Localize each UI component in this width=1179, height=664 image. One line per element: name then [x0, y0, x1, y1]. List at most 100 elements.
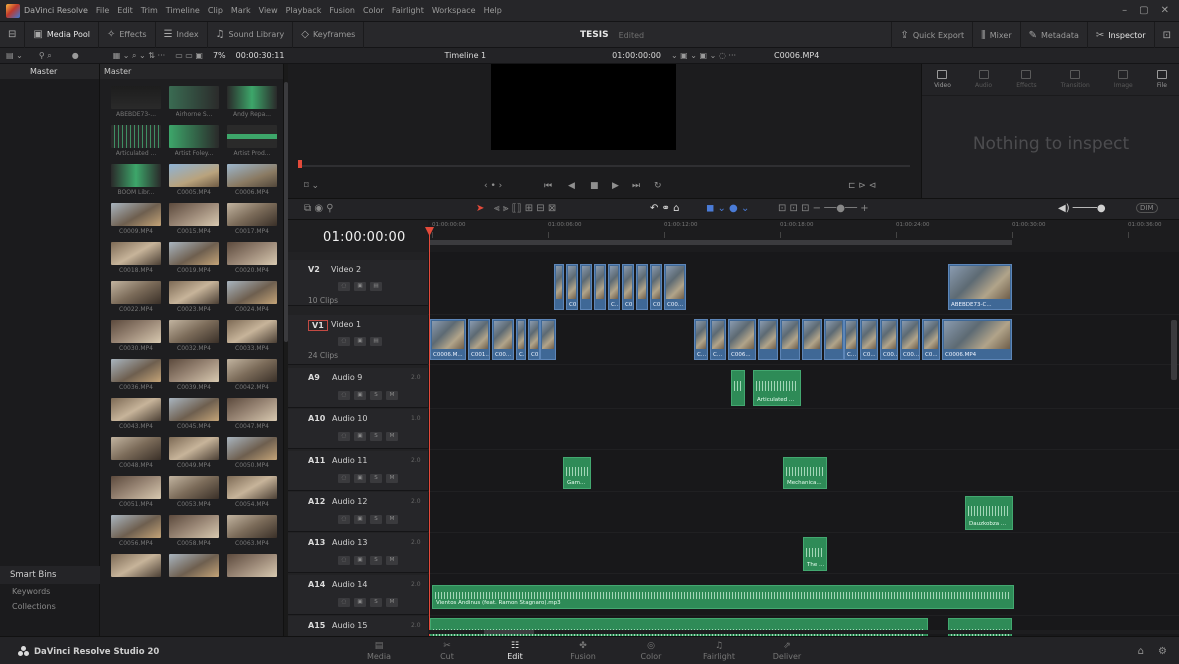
go-to-end-icon[interactable]: ⏭: [632, 181, 640, 191]
auto-select-icon[interactable]: ▣: [354, 432, 366, 442]
menu-workspace[interactable]: Workspace: [432, 6, 476, 15]
viewer-canvas[interactable]: [491, 64, 676, 150]
audio-clip[interactable]: Dauzkobza ...: [965, 495, 1013, 530]
menu-clip[interactable]: Clip: [208, 6, 223, 15]
video-clip[interactable]: C0...: [622, 264, 634, 310]
page-fairlight[interactable]: ♫ Fairlight: [685, 637, 753, 664]
viewer-options-icon[interactable]: ⌄ ▣ ⌄ ▣ ⌄ ◌ ···: [671, 51, 736, 60]
media-clip[interactable]: BOOM Libr...: [108, 164, 164, 197]
page-edit[interactable]: ☷ Edit: [481, 637, 549, 664]
video-clip[interactable]: [802, 319, 822, 360]
media-clip[interactable]: C0036.MP4: [108, 359, 164, 392]
smart-bin-collections[interactable]: Collections: [0, 599, 100, 614]
sound-library-button[interactable]: ♫ Sound Library: [208, 21, 294, 48]
menu-help[interactable]: Help: [484, 6, 502, 15]
media-clip[interactable]: C0049.MP4: [166, 437, 222, 470]
video-clip[interactable]: [594, 264, 606, 310]
audio-clip[interactable]: The ...: [803, 537, 827, 572]
video-clip[interactable]: C001...: [468, 319, 490, 360]
index-button[interactable]: ☰ Index: [156, 21, 208, 48]
media-clip[interactable]: C0020.MP4: [224, 242, 280, 275]
track-header-a14[interactable]: A14 Audio 14 2.0 ◌ ▣ S M: [288, 574, 428, 615]
solo-button[interactable]: S: [370, 391, 382, 400]
media-clip[interactable]: Andy Repa...: [224, 86, 280, 119]
lane-v1[interactable]: C0006.M... C001... C00... C... C0... C... C...…: [428, 315, 1179, 365]
mute-button[interactable]: M: [386, 556, 398, 566]
audio-clip[interactable]: Gam...: [563, 456, 591, 489]
zoom-tools-icon[interactable]: ⊡ ⊡ ⊡ − ──●── +: [778, 203, 869, 214]
lane-a10[interactable]: [428, 409, 1179, 451]
track-header-a12[interactable]: A12 Audio 12 2.0 ◌ ▣ S M: [288, 491, 428, 532]
media-clip[interactable]: C0053.MP4: [166, 476, 222, 509]
media-clip[interactable]: C0045.MP4: [166, 398, 222, 431]
mute-button[interactable]: M: [386, 514, 398, 524]
media-clip[interactable]: C0009.MP4: [108, 203, 164, 236]
menu-file[interactable]: File: [96, 6, 109, 15]
page-fusion[interactable]: ✤ Fusion: [549, 637, 617, 664]
volume-icon[interactable]: ◀) ────●: [1058, 203, 1106, 214]
mute-button[interactable]: M: [386, 432, 398, 442]
viewer-playhead[interactable]: [298, 160, 302, 168]
media-clip[interactable]: C0047.MP4: [224, 398, 280, 431]
video-clip[interactable]: C...: [844, 319, 858, 360]
track-header-a9[interactable]: A9 Audio 9 2.0 ◌ ▣ S M: [288, 368, 428, 408]
search-icon[interactable]: ⚲ ⌕: [39, 51, 52, 61]
auto-select-icon[interactable]: ▣: [354, 473, 366, 483]
auto-select-icon[interactable]: ▣: [354, 391, 366, 400]
tab-effects[interactable]: Effects: [1016, 70, 1037, 95]
track-name[interactable]: Video 2: [331, 265, 361, 274]
video-clip[interactable]: C0...: [528, 319, 540, 360]
media-clip[interactable]: C0054.MP4: [224, 476, 280, 509]
media-clip[interactable]: C0056.MP4: [108, 515, 164, 548]
page-media[interactable]: ▤ Media: [345, 637, 413, 664]
video-clip[interactable]: C...: [516, 319, 526, 360]
video-clip[interactable]: C...: [710, 319, 726, 360]
media-clip[interactable]: C0042.MP4: [224, 359, 280, 392]
keyframes-button[interactable]: ◇ Keyframes: [293, 21, 365, 48]
auto-select-icon[interactable]: ▣: [354, 282, 366, 291]
tab-audio[interactable]: Audio: [975, 70, 992, 95]
layout-icon[interactable]: ▤ ⌄: [6, 51, 23, 60]
media-clip[interactable]: C0051.MP4: [108, 476, 164, 509]
snap-icon[interactable]: ↶ ⚭ ⌂: [650, 203, 679, 214]
audio-clip[interactable]: Vientos Andinus (feat. Ramon Stagnaro).m…: [432, 584, 1014, 609]
visibility-icon[interactable]: ▤: [370, 337, 382, 346]
viewer-mode-icon[interactable]: ▭ ▭ ▣: [175, 51, 203, 60]
page-color[interactable]: ◎ Color: [617, 637, 685, 664]
minimize-icon[interactable]: –: [1122, 5, 1127, 16]
media-clip[interactable]: C0048.MP4: [108, 437, 164, 470]
media-clip[interactable]: Artist Foley...: [166, 125, 222, 158]
lock-icon[interactable]: ◌: [338, 432, 350, 442]
lock-icon[interactable]: ◌: [338, 282, 350, 291]
media-clip[interactable]: C0023.MP4: [166, 281, 222, 314]
auto-select-icon[interactable]: ▣: [354, 556, 366, 566]
media-clip[interactable]: C0032.MP4: [166, 320, 222, 353]
loop-icon[interactable]: ↻: [654, 181, 662, 191]
media-pool-button[interactable]: ▣ Media Pool: [25, 21, 99, 48]
video-clip[interactable]: [554, 264, 564, 310]
maximize-icon[interactable]: ▢: [1139, 5, 1148, 16]
video-clip[interactable]: C00...: [664, 264, 686, 310]
tab-image[interactable]: Image: [1114, 70, 1133, 95]
track-name[interactable]: Audio 12: [332, 497, 367, 506]
video-clip[interactable]: [636, 264, 648, 310]
media-clip[interactable]: Articulated ...: [108, 125, 164, 158]
media-clip[interactable]: C0024.MP4: [224, 281, 280, 314]
video-clip[interactable]: C...: [694, 319, 708, 360]
lane-a11[interactable]: Gam... Mechanica...: [428, 451, 1179, 492]
zoom-level[interactable]: 7%: [213, 51, 226, 60]
video-clip[interactable]: [540, 319, 556, 360]
media-clip[interactable]: C0018.MP4: [108, 242, 164, 275]
track-scrollbar[interactable]: [1171, 320, 1177, 380]
lock-icon[interactable]: ◌: [338, 597, 350, 607]
timeline-timecode[interactable]: 01:00:00:00: [323, 230, 406, 245]
media-clip[interactable]: Airhorne S...: [166, 86, 222, 119]
track-layout-icon[interactable]: ⧉ ◉ ⚲: [304, 203, 334, 214]
track-header-a10[interactable]: A10 Audio 10 1.0 ◌ ▣ S M: [288, 409, 428, 450]
track-name[interactable]: Audio 15: [332, 621, 367, 630]
lock-icon[interactable]: ◌: [338, 556, 350, 566]
media-clip[interactable]: C0030.MP4: [108, 320, 164, 353]
mute-button[interactable]: M: [386, 473, 398, 483]
audio-clip[interactable]: [731, 370, 745, 406]
media-clip[interactable]: C0033.MP4: [224, 320, 280, 353]
